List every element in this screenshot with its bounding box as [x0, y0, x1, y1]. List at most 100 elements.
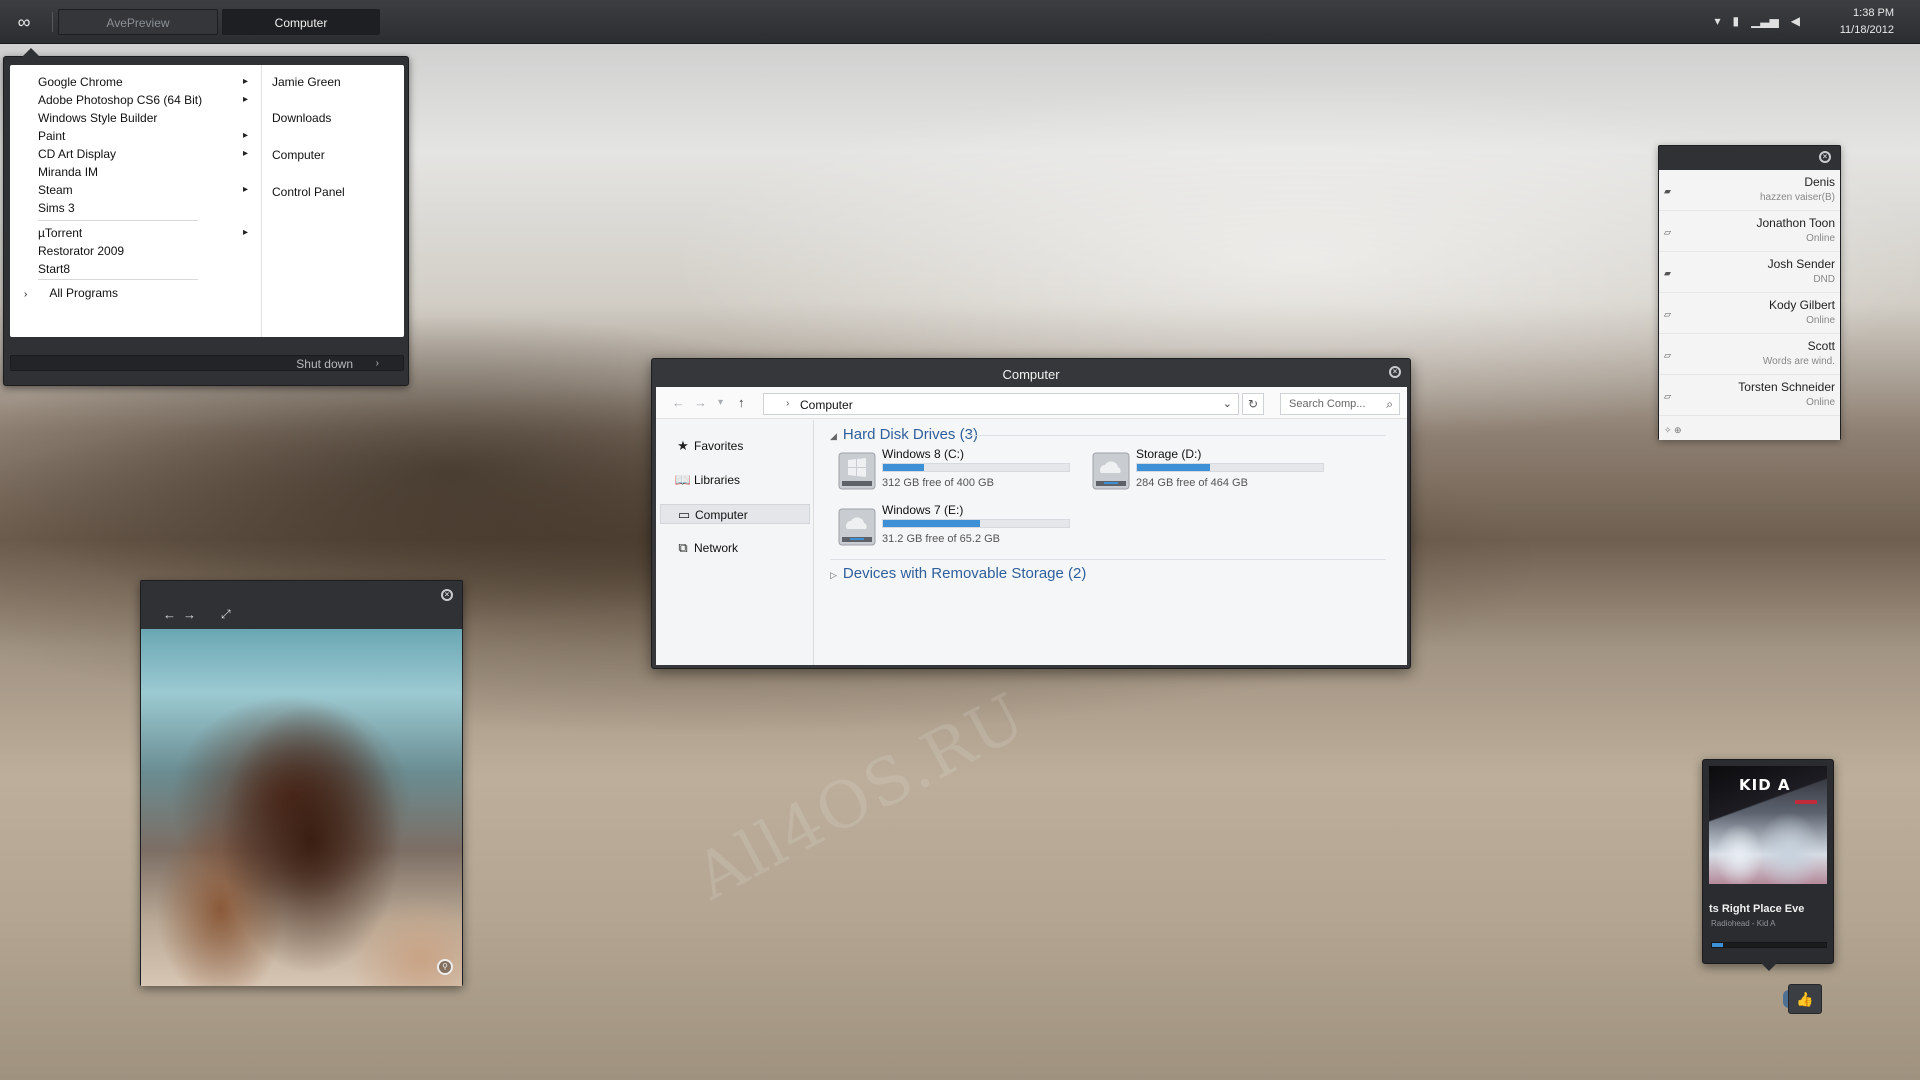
program-item[interactable]: CD Art Display ▸ [38, 145, 248, 163]
group-divider [966, 435, 1386, 436]
contact-name: Scott [1807, 339, 1835, 353]
thumbs-up-icon: 👍 [1796, 991, 1814, 1007]
program-item[interactable]: Miranda IM [38, 163, 248, 181]
contact-list-widget: × ▰ Denis hazzen vaiser(B) ▱ Jonathon Toon O… [1658, 145, 1841, 440]
program-item[interactable]: Paint ▸ [38, 127, 248, 145]
program-item[interactable]: Steam ▸ [38, 181, 248, 199]
contact-item[interactable]: ▰ Denis hazzen vaiser(B) [1659, 170, 1840, 211]
drive-usage-bar [882, 519, 1070, 528]
album-art-text: KID A [1739, 776, 1791, 794]
back-arrow-icon[interactable]: ← [672, 395, 685, 410]
contact-item[interactable]: ▱ Scott Words are wind. [1659, 334, 1840, 375]
contact-name: Kody Gilbert [1768, 298, 1835, 312]
program-list: Google Chrome ▸ Adobe Photoshop CS6 (64 B… [10, 65, 262, 337]
speaker-icon[interactable]: ◀ [1791, 14, 1800, 28]
program-item[interactable]: Windows Style Builder [38, 109, 248, 127]
message-bubble-icon: ▱ [1664, 227, 1671, 237]
contact-item[interactable]: ▱ Kody Gilbert Online [1659, 293, 1840, 334]
hard-drive-cloud-icon [1092, 452, 1130, 490]
program-item[interactable]: Restorator 2009 [38, 242, 248, 260]
program-label: µTorrent [38, 226, 83, 240]
chevron-down-icon[interactable]: ▾ [1714, 14, 1720, 28]
album-art-accent [1795, 800, 1817, 804]
contact-item[interactable]: ▱ Jonathon Toon Online [1659, 211, 1840, 252]
program-label: Paint [38, 129, 66, 143]
previous-arrow-icon[interactable]: ← [163, 607, 176, 622]
close-icon[interactable]: × [1819, 151, 1831, 163]
contact-name: Josh Sender [1767, 257, 1835, 271]
nav-item-favorites[interactable]: ★ Favorites [660, 436, 810, 456]
clock[interactable]: 1:38 PM 11/18/2012 [1840, 5, 1894, 39]
chevron-right-icon[interactable]: › [376, 356, 379, 372]
group-hard-disk-drives[interactable]: ◢ Hard Disk Drives (3) [830, 426, 978, 443]
next-arrow-icon[interactable]: → [183, 607, 196, 622]
nav-item-computer[interactable]: ▭ Computer [660, 504, 810, 524]
place-control-panel[interactable]: Control Panel [272, 185, 345, 199]
program-label: Google Chrome [38, 75, 123, 89]
place-downloads[interactable]: Downloads [272, 111, 331, 125]
all-programs[interactable]: › All Programs [24, 284, 244, 302]
settings-icon[interactable]: ✧ ⊕ [1664, 425, 1682, 436]
nav-item-network[interactable]: ⧉ Network [660, 538, 810, 558]
chevron-right-icon: ▸ [242, 130, 248, 141]
drive-c[interactable]: Windows 8 (C:) 312 GB free of 400 GB [838, 447, 1078, 493]
nav-item-libraries[interactable]: 📖 Libraries [660, 470, 810, 490]
drive-d[interactable]: Storage (D:) 284 GB free of 464 GB [1092, 447, 1332, 493]
close-icon[interactable]: × [1389, 366, 1401, 378]
hard-drive-windows-icon [838, 452, 876, 490]
thumbs-up-button[interactable]: 👍 [1788, 984, 1822, 1014]
explorer-body: ← → ▾ ↑ › Computer ⌄ ↻ Search Comp... ⌕ … [656, 387, 1407, 665]
close-icon[interactable]: × [441, 589, 453, 601]
chevron-right-icon: ▸ [242, 184, 248, 195]
track-artist-album: Radiohead - Kid A [1711, 919, 1776, 928]
message-bubble-icon: ▰ [1664, 268, 1671, 278]
photo-image [141, 629, 462, 986]
start-button[interactable]: ∞ [12, 12, 36, 32]
program-item[interactable]: Start8 [38, 260, 248, 278]
chevron-down-icon[interactable]: ⌄ [1223, 397, 1232, 410]
explorer-content: ◢ Hard Disk Drives (3) Windows 8 (C:) 312… [816, 420, 1406, 665]
program-item[interactable]: Sims 3 [38, 199, 248, 217]
taskbar-item-computer[interactable]: Computer [222, 9, 380, 35]
search-input[interactable]: Search Comp... ⌕ [1280, 393, 1400, 415]
program-label: Miranda IM [38, 165, 99, 179]
window-title: Computer [1002, 367, 1060, 382]
explorer-window: Computer × ← → ▾ ↑ › Computer ⌄ ↻ Search… [651, 358, 1411, 669]
forward-arrow-icon[interactable]: → [694, 395, 707, 410]
history-dropdown-icon[interactable]: ▾ [718, 397, 723, 408]
shutdown-button[interactable]: Shut down [296, 356, 353, 372]
drive-usage-fill [883, 464, 924, 471]
track-progress-bar[interactable] [1711, 942, 1827, 948]
signal-icon[interactable]: ▁▃▅ [1751, 14, 1779, 28]
program-item[interactable]: Adobe Photoshop CS6 (64 Bit) ▸ [38, 91, 248, 109]
contact-item[interactable]: ▰ Josh Sender DND [1659, 252, 1840, 293]
message-bubble-icon: ▱ [1664, 309, 1671, 319]
fullscreen-icon[interactable]: ⤢ [221, 607, 231, 622]
start-menu-panel: Google Chrome ▸ Adobe Photoshop CS6 (64 B… [10, 65, 404, 337]
drive-e[interactable]: Windows 7 (E:) 31.2 GB free of 65.2 GB [838, 503, 1078, 549]
place-computer[interactable]: Computer [272, 148, 325, 162]
message-bubble-icon: ▱ [1664, 350, 1671, 360]
nav-label: Libraries [694, 473, 741, 487]
up-arrow-icon[interactable]: ↑ [738, 395, 745, 410]
program-label: Steam [38, 183, 73, 197]
program-label: Adobe Photoshop CS6 (64 Bit) [38, 93, 203, 107]
message-bubble-icon: ▰ [1664, 186, 1671, 196]
divider [38, 220, 198, 221]
contact-item[interactable]: ▱ Torsten Schneider Online [1659, 375, 1840, 416]
group-removable-storage[interactable]: ▷ Devices with Removable Storage (2) [830, 565, 1086, 582]
address-text: Computer [800, 398, 853, 412]
place-user[interactable]: Jamie Green [272, 75, 341, 89]
battery-icon[interactable]: ▮ [1732, 14, 1739, 28]
link-icon[interactable]: ⚲ [437, 959, 453, 975]
drive-name: Windows 8 (C:) [882, 447, 965, 461]
drive-usage-bar [1136, 463, 1324, 472]
taskbar: ∞ AvePreview Computer ▾ ▮ ▁▃▅ ◀ 1:38 PM … [0, 0, 1920, 44]
address-bar[interactable]: › Computer ⌄ [763, 393, 1239, 415]
contact-status: Online [1806, 233, 1835, 244]
refresh-icon[interactable]: ↻ [1242, 393, 1264, 415]
program-item[interactable]: Google Chrome ▸ [38, 73, 248, 91]
program-item[interactable]: µTorrent ▸ [38, 224, 248, 242]
nav-label: Network [694, 541, 739, 555]
taskbar-item-avepreview[interactable]: AvePreview [58, 9, 218, 35]
